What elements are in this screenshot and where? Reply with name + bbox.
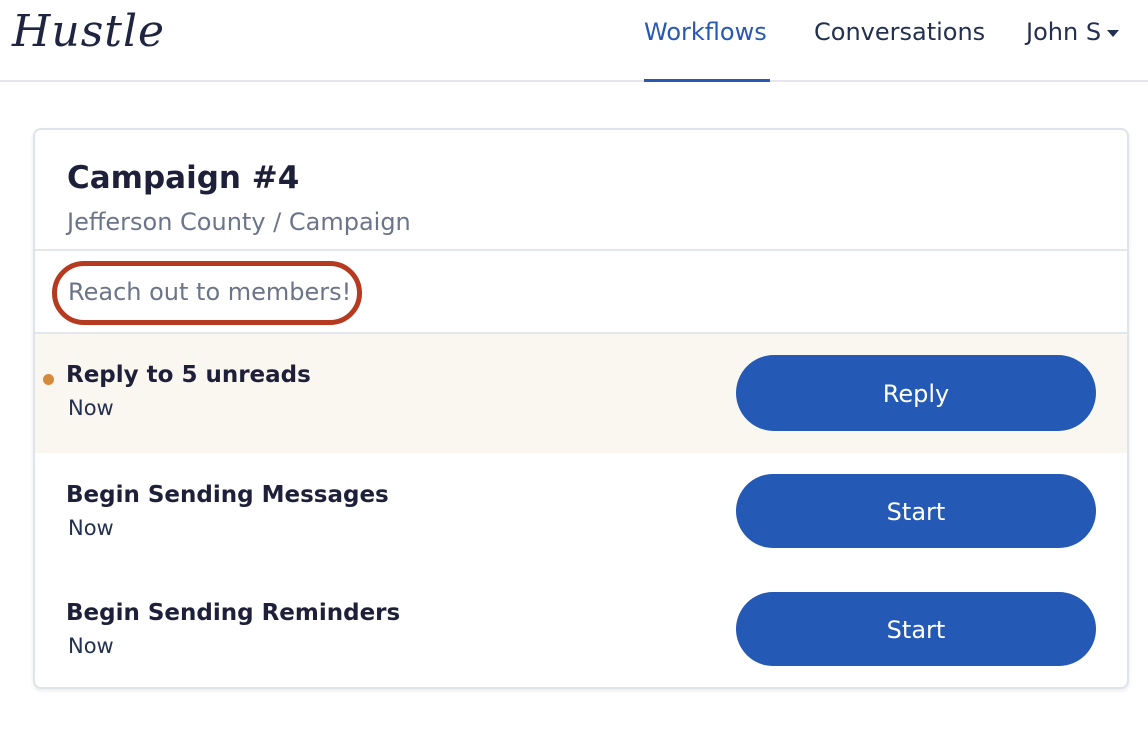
start-reminders-button[interactable]: Start (736, 592, 1096, 666)
task-row-reply: Reply to 5 unreads Now Reply (35, 334, 1127, 453)
reply-button[interactable]: Reply (736, 355, 1096, 431)
campaign-description: Reach out to members! (68, 278, 352, 306)
hustle-logo[interactable]: Hustle (12, 6, 165, 57)
unread-dot-icon (43, 374, 54, 385)
campaign-title: Campaign #4 (67, 160, 300, 196)
campaign-card: Campaign #4 Jefferson County / Campaign … (33, 128, 1129, 689)
task-time: Now (68, 516, 114, 540)
task-title: Reply to 5 unreads (66, 362, 311, 388)
breadcrumb: Jefferson County / Campaign (67, 208, 411, 236)
campaign-header: Campaign #4 Jefferson County / Campaign (35, 130, 1127, 251)
task-title: Begin Sending Messages (66, 482, 389, 508)
task-row-send-reminders: Begin Sending Reminders Now Start (35, 571, 1127, 687)
user-name: John S (1026, 18, 1102, 46)
task-row-send-messages: Begin Sending Messages Now Start (35, 453, 1127, 571)
top-navbar: Hustle Workflows Conversations John S (0, 0, 1148, 82)
user-menu[interactable]: John S (1026, 18, 1120, 46)
nav-conversations[interactable]: Conversations (814, 18, 985, 46)
task-time: Now (68, 634, 114, 658)
start-messages-button[interactable]: Start (736, 474, 1096, 548)
caret-down-icon (1107, 29, 1120, 37)
task-time: Now (68, 396, 114, 420)
nav-workflows[interactable]: Workflows (644, 18, 767, 46)
active-nav-indicator (644, 79, 770, 82)
campaign-description-section: Reach out to members! (35, 251, 1127, 334)
task-title: Begin Sending Reminders (66, 600, 401, 626)
